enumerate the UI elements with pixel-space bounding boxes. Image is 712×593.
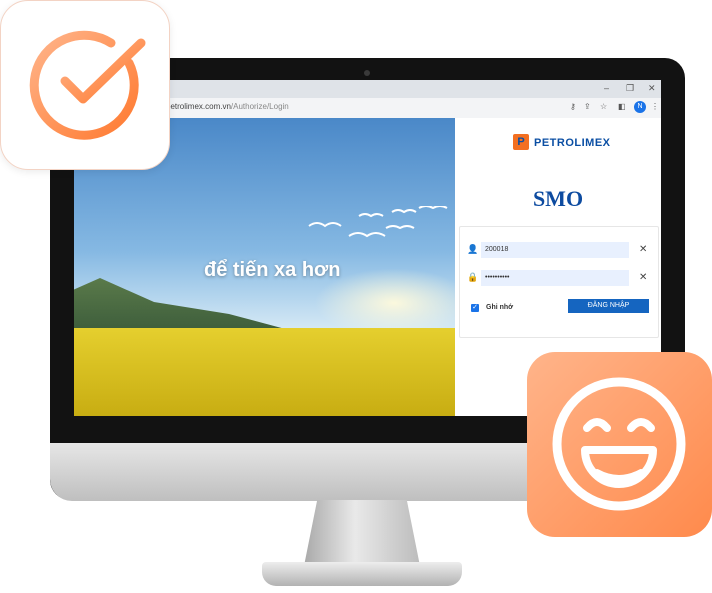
key-icon[interactable]: ⚷ [570, 102, 576, 111]
lock-icon: 🔒 [467, 272, 479, 282]
brand-logo: P PETROLIMEX [513, 134, 610, 150]
flower-field [74, 328, 455, 416]
star-icon[interactable]: ☆ [600, 102, 607, 111]
hero-tagline: để tiến xa hơn [204, 259, 341, 281]
brand-name: PETROLIMEX [534, 137, 611, 149]
smile-face-icon [552, 377, 686, 511]
url-text[interactable]: petrolimex.com.vn/Authorize/Login [166, 102, 289, 111]
close-icon[interactable]: ✕ [639, 244, 647, 255]
webcam [364, 70, 370, 76]
birds-illustration [308, 206, 448, 238]
logo-mark-icon: P [513, 134, 529, 150]
close-icon[interactable]: ✕ [639, 272, 647, 283]
sidebar-icon[interactable]: ◧ [618, 102, 626, 111]
minimize-button[interactable]: – [604, 83, 609, 93]
username-row: 👤 200018 ✕ [467, 242, 647, 258]
user-icon: 👤 [467, 244, 479, 254]
monitor-stand-base [262, 562, 462, 586]
profile-avatar[interactable]: N [634, 101, 646, 113]
share-icon[interactable]: ⇪ [584, 102, 591, 111]
monitor-stand-neck [303, 500, 421, 570]
remember-label: Ghi nhớ [486, 304, 514, 311]
login-button[interactable]: ĐĂNG NHẬP [568, 299, 649, 313]
username-input[interactable]: 200018 [481, 242, 629, 258]
restore-button[interactable]: ❐ [626, 83, 634, 93]
app-title: SMO [532, 186, 584, 211]
smile-badge [527, 352, 712, 537]
password-row: 🔒 •••••••••• ✕ [467, 270, 647, 286]
check-circle-icon [29, 30, 146, 140]
more-vert-icon[interactable]: ⋮ [651, 102, 659, 111]
password-input[interactable]: •••••••••• [481, 270, 629, 286]
close-window-button[interactable]: ✕ [648, 83, 656, 93]
check-badge [0, 0, 170, 170]
remember-checkbox[interactable]: ✓ [471, 304, 479, 312]
